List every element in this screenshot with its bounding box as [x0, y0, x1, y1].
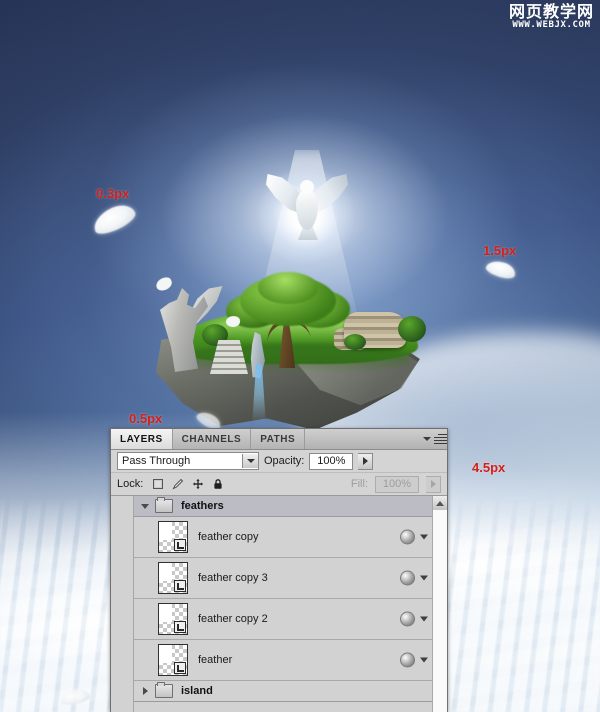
- lock-all-icon[interactable]: [212, 478, 224, 490]
- layer-list-area: feathers feather copy feather copy 3 fea…: [111, 496, 447, 712]
- group-twisty-collapsed[interactable]: [138, 687, 152, 695]
- chevron-down-icon[interactable]: [420, 616, 428, 622]
- smart-object-badge-icon: [174, 662, 186, 674]
- tab-layers[interactable]: LAYERS: [111, 429, 173, 449]
- lock-transparent-pixels-icon[interactable]: [152, 478, 164, 490]
- hamburger-icon: [434, 432, 447, 446]
- annotation-1: 1.5px: [483, 243, 517, 258]
- bush: [344, 334, 366, 350]
- layer-row-feather-copy-3[interactable]: feather copy 3: [134, 558, 432, 599]
- layer-thumbnail[interactable]: [158, 603, 188, 635]
- annotation-3: 4.5px: [472, 460, 506, 475]
- layer-thumbnail[interactable]: [158, 644, 188, 676]
- smart-object-badge-icon: [174, 621, 186, 633]
- flying-dove: [266, 172, 348, 240]
- visibility-column: [111, 496, 134, 712]
- chevron-down-icon[interactable]: [420, 575, 428, 581]
- smart-object-badge-icon: [174, 539, 186, 551]
- layer-row-feather-copy-2[interactable]: feather copy 2: [134, 599, 432, 640]
- screenshot-canvas: 0.3px 1.5px 0.5px 4.5px 网页教学网 WWW.WEBJX.…: [0, 0, 600, 712]
- lock-image-pixels-icon[interactable]: [172, 478, 184, 490]
- annotation-2: 0.5px: [129, 411, 163, 426]
- blend-mode-value: Pass Through: [122, 455, 191, 467]
- layer-row-feathers[interactable]: feathers: [134, 496, 432, 517]
- layer-row-controls: [400, 652, 428, 668]
- layer-rows: feathers feather copy feather copy 3 fea…: [134, 496, 432, 712]
- layers-panel: LAYERS CHANNELS PATHS Pass Through Opaci…: [110, 428, 448, 712]
- panel-tab-bar: LAYERS CHANNELS PATHS: [111, 429, 447, 450]
- layer-row-controls: [400, 570, 428, 586]
- tab-channels[interactable]: CHANNELS: [172, 429, 252, 449]
- chevron-down-icon[interactable]: [420, 657, 428, 663]
- layer-row-controls: [400, 529, 428, 545]
- folder-icon: [155, 682, 173, 698]
- fill-stepper[interactable]: [426, 475, 441, 493]
- layer-name: feather copy 3: [198, 572, 268, 584]
- layer-name: feather: [198, 654, 233, 666]
- opacity-input[interactable]: 100%: [309, 452, 354, 470]
- layer-row-controls: [400, 611, 428, 627]
- scrollbar-track[interactable]: [433, 510, 447, 712]
- watermark: 网页教学网 WWW.WEBJX.COM: [509, 3, 594, 31]
- triangle-right-icon: [362, 457, 368, 465]
- opacity-stepper[interactable]: [358, 452, 374, 470]
- smart-object-badge-icon: [174, 580, 186, 592]
- dove-body: [296, 190, 318, 230]
- layer-style-icon[interactable]: [400, 529, 415, 545]
- chevron-down-icon: [246, 459, 255, 463]
- fill-label: Fill:: [350, 478, 368, 490]
- annotation-0: 0.3px: [96, 186, 130, 201]
- lock-row: Lock: Fill: 100%: [111, 473, 447, 496]
- layer-name: island: [181, 685, 213, 697]
- tab-bar-filler: [305, 429, 423, 449]
- lock-label: Lock:: [117, 478, 144, 490]
- floating-island: [148, 272, 430, 430]
- chevron-down-icon[interactable]: [420, 534, 428, 540]
- folder-icon: [155, 497, 173, 513]
- layer-row-feather-copy[interactable]: feather copy: [134, 517, 432, 558]
- fill-input[interactable]: 100%: [375, 475, 419, 493]
- layer-row-feather[interactable]: feather: [134, 640, 432, 681]
- chevron-down-icon: [141, 503, 149, 509]
- dove-head: [300, 180, 314, 194]
- opacity-label: Opacity:: [264, 455, 305, 467]
- watermark-site-name: 网页教学网: [508, 2, 594, 21]
- layer-thumbnail[interactable]: [158, 521, 188, 553]
- group-twisty-expanded[interactable]: [138, 503, 152, 509]
- triangle-right-icon: [430, 480, 436, 488]
- layer-style-icon[interactable]: [400, 652, 415, 668]
- chevron-down-icon: [423, 437, 431, 441]
- layer-name: feather copy: [198, 531, 259, 543]
- layer-list-scrollbar[interactable]: [432, 496, 447, 712]
- bonsai-canopy: [258, 272, 318, 304]
- bush: [398, 316, 426, 342]
- layer-name: feathers: [181, 500, 224, 512]
- blend-mode-select[interactable]: Pass Through: [117, 452, 259, 470]
- layer-row-island[interactable]: island: [134, 681, 432, 702]
- blend-mode-dropdown-arrow[interactable]: [242, 454, 258, 468]
- layer-style-icon[interactable]: [400, 570, 415, 586]
- tab-paths[interactable]: PATHS: [251, 429, 306, 449]
- lock-position-icon[interactable]: [192, 478, 204, 490]
- layer-style-icon[interactable]: [400, 611, 415, 627]
- small-dove: [154, 275, 174, 293]
- scroll-up-icon: [436, 500, 444, 506]
- lock-icon-group: [152, 478, 224, 490]
- watermark-url: WWW.WEBJX.COM: [512, 20, 591, 30]
- layer-name: feather copy 2: [198, 613, 268, 625]
- chevron-right-icon: [142, 687, 148, 695]
- scroll-up-button[interactable]: [433, 496, 447, 511]
- blend-mode-row: Pass Through Opacity: 100%: [111, 450, 447, 473]
- layer-thumbnail[interactable]: [158, 562, 188, 594]
- panel-menu-button[interactable]: [423, 429, 447, 449]
